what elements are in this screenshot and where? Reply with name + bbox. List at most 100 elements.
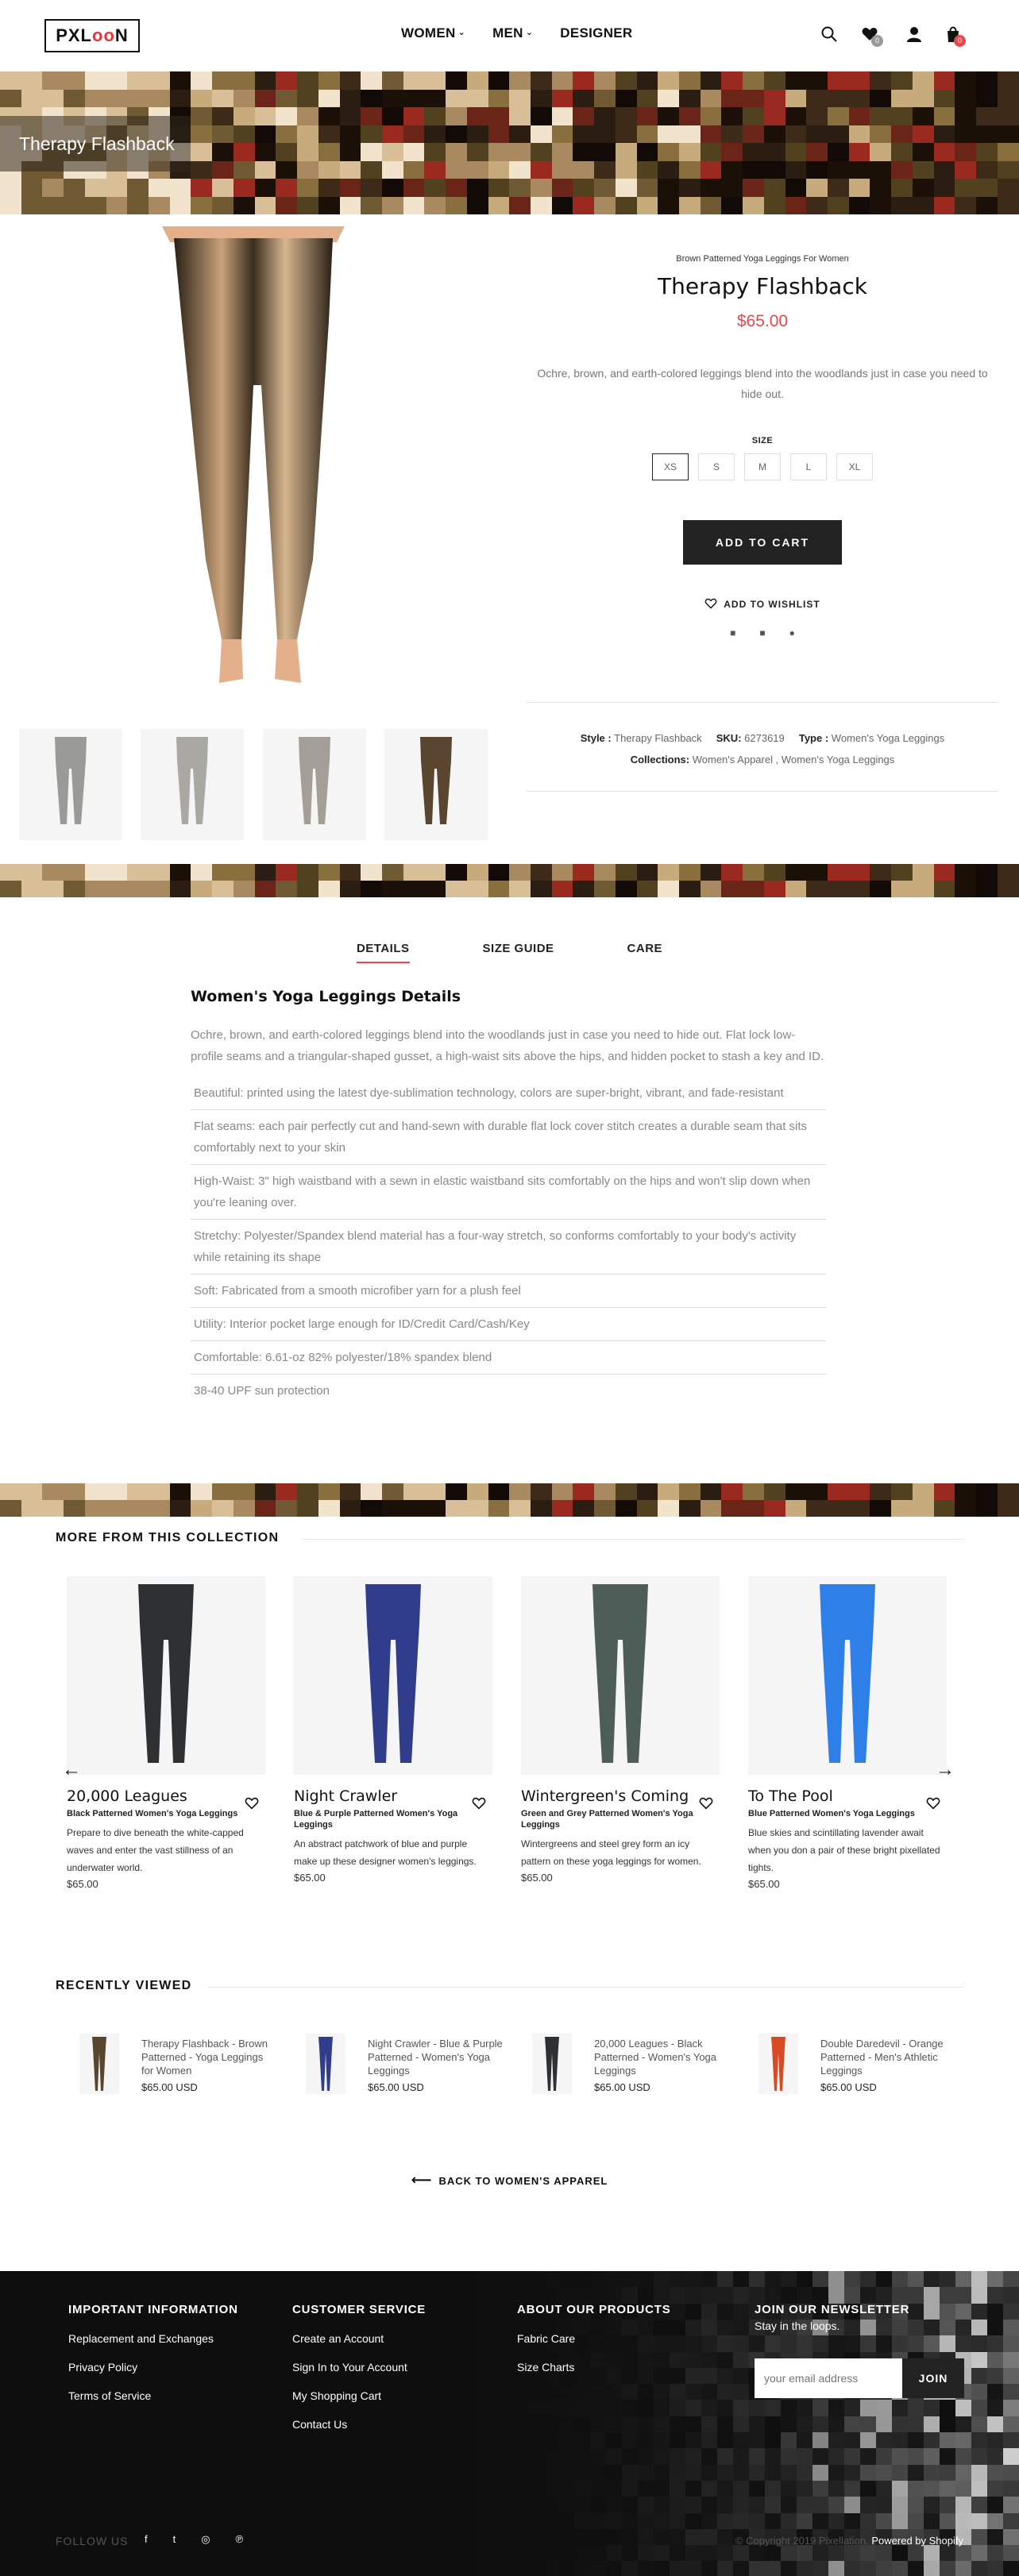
footer-link[interactable]: My Shopping Cart — [292, 2389, 426, 2402]
thumbnail-3[interactable] — [262, 729, 366, 840]
pattern-cell — [765, 2271, 781, 2288]
pattern-cell — [685, 2416, 701, 2433]
tab-care[interactable]: CARE — [627, 942, 663, 963]
twitter-icon[interactable]: ■ — [759, 627, 765, 638]
pattern-cell — [976, 881, 998, 897]
footer-link[interactable]: Sign In to Your Account — [292, 2361, 426, 2374]
size-option-s[interactable]: S — [698, 453, 735, 480]
pattern-cell — [908, 2448, 924, 2466]
add-to-cart-button[interactable]: ADD TO CART — [683, 520, 842, 565]
footer-link[interactable]: Privacy Policy — [68, 2361, 238, 2374]
pattern-cell — [530, 89, 552, 107]
recent-item-name[interactable]: Double Daredevil - Orange Patterned - Me… — [820, 2037, 955, 2077]
pattern-cell — [495, 2528, 511, 2546]
wishlist-heart-icon[interactable] — [699, 1797, 713, 1810]
pattern-cell — [590, 2432, 606, 2449]
tab-details[interactable]: DETAILS — [356, 942, 410, 963]
pattern-cell — [527, 2287, 542, 2304]
product-card-image[interactable] — [67, 1576, 265, 1775]
pattern-cell — [806, 160, 828, 179]
size-option-xs[interactable]: XS — [652, 453, 689, 480]
recent-item-image[interactable] — [79, 2034, 119, 2094]
product-card-name[interactable]: Night Crawler — [294, 1787, 492, 1805]
site-logo[interactable]: PXL oo N — [44, 19, 140, 52]
pattern-cell — [997, 71, 1019, 90]
recent-item-image[interactable] — [306, 2034, 345, 2094]
pattern-cell — [743, 881, 764, 897]
pattern-cell — [276, 71, 298, 90]
pattern-cell — [495, 2480, 511, 2497]
footer-link[interactable]: Terms of Service — [68, 2389, 238, 2402]
twitter-icon[interactable]: t — [173, 2533, 176, 2546]
search-icon[interactable] — [820, 25, 838, 43]
product-card[interactable]: Night Crawler Blue & Purple Patterned Wo… — [294, 1576, 492, 1884]
pattern-cell — [658, 89, 679, 107]
thumbnail-2[interactable] — [141, 729, 245, 840]
size-option-m[interactable]: M — [744, 453, 781, 480]
product-card-image[interactable] — [748, 1576, 947, 1775]
pattern-cell — [254, 1483, 276, 1500]
recent-item[interactable]: Therapy Flashback - Brown Patterned - Yo… — [56, 2029, 282, 2108]
powered-by-link[interactable]: Powered by Shopify — [871, 2535, 963, 2547]
product-main-image[interactable] — [11, 226, 496, 711]
footer-link[interactable]: Contact Us — [292, 2418, 426, 2431]
thumbnail-1[interactable] — [19, 729, 122, 840]
recent-item[interactable]: Double Daredevil - Orange Patterned - Me… — [735, 2029, 961, 2108]
product-card[interactable]: 20,000 Leagues Black Patterned Women's Y… — [67, 1576, 265, 1890]
product-card[interactable]: To The Pool Blue Patterned Women's Yoga … — [748, 1576, 947, 1890]
pattern-cell — [870, 107, 892, 125]
nav-women[interactable]: WOMEN — [401, 25, 465, 41]
product-card-name[interactable]: 20,000 Leagues — [67, 1787, 265, 1805]
recent-item-name[interactable]: Night Crawler - Blue & Purple Patterned … — [368, 2037, 503, 2077]
size-option-l[interactable]: L — [790, 453, 827, 480]
pattern-cell — [339, 71, 361, 90]
collection-link-womens-yoga-leggings[interactable]: Women's Yoga Leggings — [782, 754, 894, 765]
pinterest-icon[interactable]: ℗ — [236, 2533, 244, 2546]
pattern-cell — [511, 2271, 527, 2288]
instagram-icon[interactable]: ◎ — [201, 2533, 210, 2546]
back-to-collection-link[interactable]: ⟵ BACK TO WOMEN'S APPAREL — [0, 2172, 1019, 2188]
size-option-xl[interactable]: XL — [836, 453, 873, 480]
newsletter-join-button[interactable]: JOIN — [902, 2358, 964, 2398]
pattern-cell — [21, 71, 43, 90]
carousel-next-arrow-icon[interactable]: → — [936, 1759, 955, 1781]
wishlist-heart-icon[interactable] — [926, 1797, 940, 1810]
footer-link[interactable]: Size Charts — [517, 2361, 671, 2374]
pattern-cell — [638, 2448, 654, 2466]
product-card-name[interactable]: To The Pool — [748, 1787, 947, 1805]
thumbnail-4[interactable] — [384, 729, 488, 840]
newsletter-email-input[interactable] — [755, 2358, 902, 2398]
add-to-wishlist-link[interactable]: ADD TO WISHLIST — [526, 598, 999, 610]
account-icon[interactable] — [905, 25, 923, 43]
pattern-cell — [721, 160, 743, 179]
footer-link[interactable]: Fabric Care — [517, 2332, 671, 2345]
nav-men[interactable]: MEN — [492, 25, 533, 41]
pattern-cell — [361, 196, 382, 214]
tab-size-guide[interactable]: SIZE GUIDE — [483, 942, 554, 963]
product-card[interactable]: Wintergreen's Coming Green and Grey Patt… — [521, 1576, 720, 1884]
carousel-prev-arrow-icon[interactable]: ← — [62, 1759, 81, 1781]
product-card-price: $65.00 — [294, 1872, 326, 1884]
nav-designer[interactable]: DESIGNER — [560, 25, 632, 41]
collection-link-womens-apparel[interactable]: Women's Apparel — [693, 754, 773, 765]
product-card-name[interactable]: Wintergreen's Coming — [521, 1787, 720, 1805]
product-card-image[interactable] — [521, 1576, 720, 1775]
footer-link[interactable]: Replacement and Exchanges — [68, 2332, 238, 2345]
facebook-icon[interactable]: ■ — [730, 627, 735, 638]
leggings-thumb — [771, 2037, 785, 2091]
recent-item-name[interactable]: Therapy Flashback - Brown Patterned - Yo… — [141, 2037, 276, 2077]
product-card-image[interactable] — [294, 1576, 492, 1775]
recent-item-name[interactable]: 20,000 Leagues - Black Patterned - Women… — [594, 2037, 729, 2077]
recent-item-image[interactable] — [532, 2034, 572, 2094]
facebook-icon[interactable]: f — [145, 2533, 148, 2546]
recent-item[interactable]: Night Crawler - Blue & Purple Patterned … — [282, 2029, 508, 2108]
leggings-thumb — [592, 1584, 648, 1763]
type-value[interactable]: Women's Yoga Leggings — [832, 732, 944, 744]
recent-item-image[interactable] — [758, 2034, 798, 2094]
wishlist-heart-icon[interactable] — [245, 1797, 259, 1810]
pattern-cell — [606, 2497, 622, 2514]
wishlist-heart-icon[interactable] — [472, 1797, 486, 1810]
recent-item[interactable]: 20,000 Leagues - Black Patterned - Women… — [508, 2029, 735, 2108]
footer-link[interactable]: Create an Account — [292, 2332, 426, 2345]
pinterest-icon[interactable]: ● — [789, 627, 795, 638]
